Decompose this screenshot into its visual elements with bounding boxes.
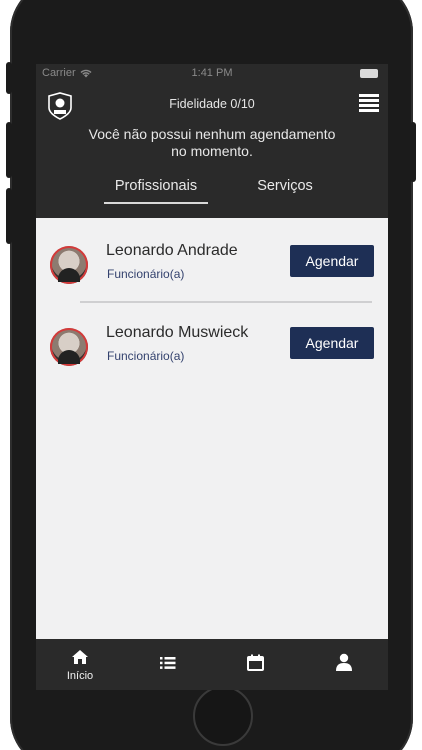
top-header-area: Carrier 1:41 PM Fidelidade 0/10 Você não… (36, 64, 388, 218)
volume-down-button (6, 188, 12, 244)
bottom-navigation: Início (36, 639, 388, 690)
schedule-button[interactable]: Agendar (290, 327, 374, 359)
professional-role: Funcionário(a) (107, 349, 185, 363)
status-bar: Carrier 1:41 PM (36, 64, 388, 84)
tab-services[interactable]: Serviços (240, 178, 330, 194)
nav-home-label: Início (66, 670, 94, 682)
nav-profile[interactable] (300, 639, 388, 690)
mute-switch (6, 62, 12, 94)
active-tab-indicator (104, 202, 208, 204)
nav-home[interactable]: Início (36, 639, 124, 690)
menu-icon[interactable] (359, 94, 379, 114)
status-time: 1:41 PM (191, 67, 233, 79)
avatar (50, 246, 88, 284)
calendar-icon (247, 654, 264, 671)
tab-bar: Profissionais Serviços (36, 174, 388, 208)
list-item: Leonardo Muswieck Funcionário(a) Agendar (36, 316, 388, 376)
professional-name: Leonardo Andrade (106, 242, 238, 259)
volume-up-button (6, 122, 12, 178)
schedule-button[interactable]: Agendar (290, 245, 374, 277)
professional-name: Leonardo Muswieck (106, 324, 249, 341)
list-icon (160, 657, 176, 669)
power-button (410, 122, 416, 182)
app-header: Fidelidade 0/10 (36, 86, 388, 120)
user-icon (336, 653, 352, 671)
avatar (50, 328, 88, 366)
battery-icon (360, 69, 378, 78)
professional-role: Funcionário(a) (107, 267, 185, 281)
home-button[interactable] (193, 686, 253, 746)
nav-calendar[interactable] (212, 639, 300, 690)
list-divider (80, 301, 372, 303)
home-icon (72, 650, 88, 664)
tab-professionals[interactable]: Profissionais (104, 178, 208, 194)
nav-list[interactable] (124, 639, 212, 690)
app-screen: Carrier 1:41 PM Fidelidade 0/10 Você não… (36, 64, 388, 690)
no-appointment-notice: Você não possui nenhum agendamento no mo… (88, 126, 336, 159)
fidelity-counter: Fidelidade 0/10 (169, 97, 255, 111)
list-item: Leonardo Andrade Funcionário(a) Agendar (36, 234, 388, 294)
